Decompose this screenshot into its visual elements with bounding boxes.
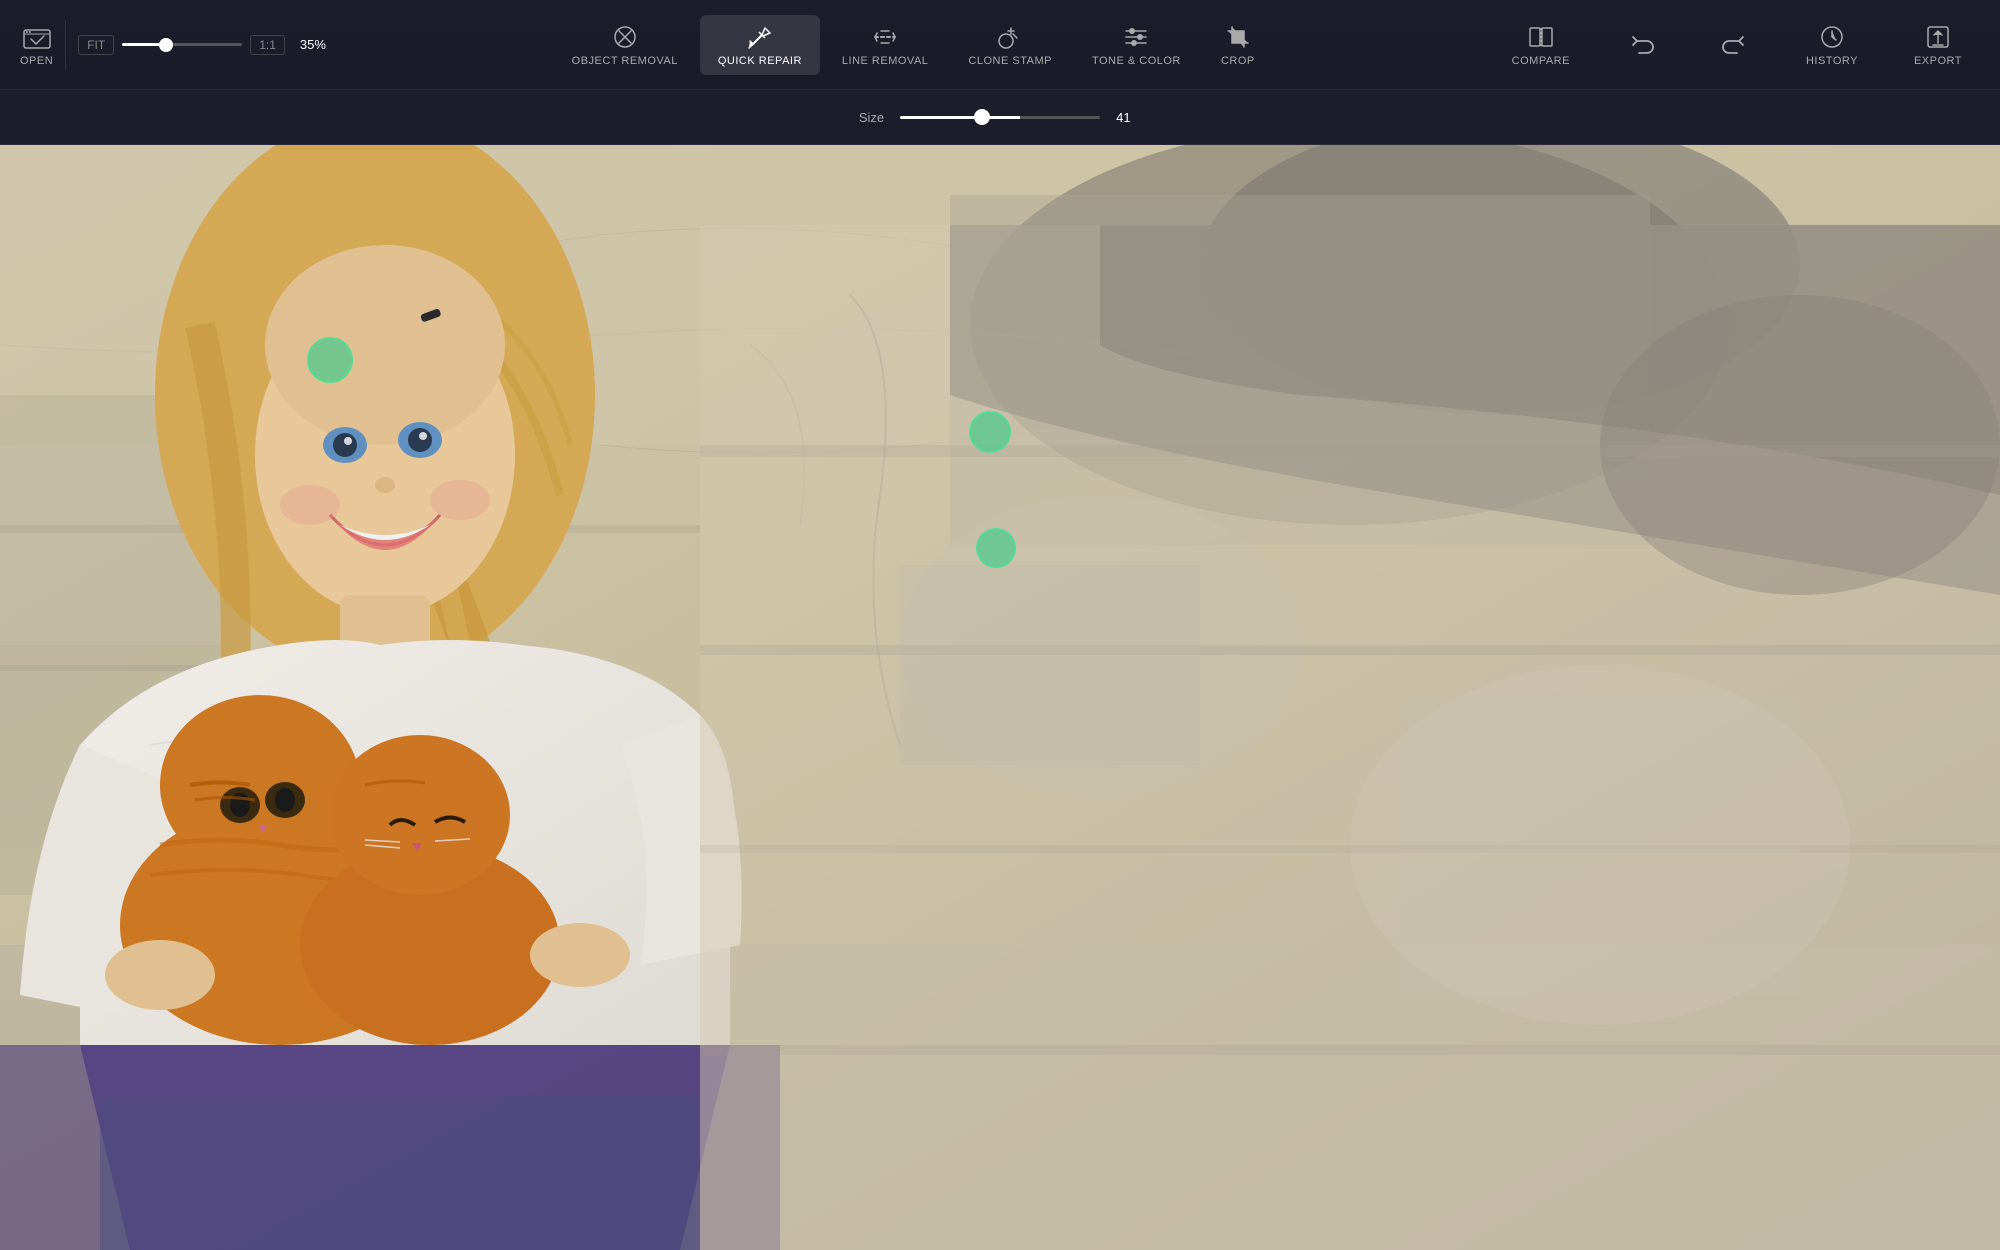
export-label: EXPORT	[1914, 55, 1962, 67]
toolbar-left: OPEN FIT 1:1 35%	[20, 20, 333, 70]
tone-color-label: TONE & COLOR	[1092, 55, 1181, 67]
separator-1	[65, 20, 66, 70]
toolbar-center: OBJECT REMOVAL QUICK REPAIR	[333, 15, 1494, 75]
tool-crop[interactable]: CROP	[1203, 15, 1273, 75]
zoom-value: 35%	[293, 37, 333, 52]
tool-quick-repair[interactable]: QUICK REPAIR	[700, 15, 820, 75]
redo-icon	[1719, 31, 1747, 59]
toolbar-right: COMPARE	[1494, 15, 1980, 75]
history-label: HISTORY	[1806, 55, 1858, 67]
line-removal-icon	[871, 23, 899, 51]
clone-stamp-label: CLONE STAMP	[968, 55, 1052, 67]
main-toolbar: OPEN FIT 1:1 35% OBJECT REMOVAL	[0, 0, 2000, 90]
size-slider[interactable]	[900, 116, 1100, 119]
object-removal-icon	[611, 23, 639, 51]
compare-button[interactable]: COMPARE	[1494, 15, 1588, 75]
compare-label: COMPARE	[1512, 55, 1570, 67]
crop-label: CROP	[1221, 55, 1255, 67]
canvas-area[interactable]	[0, 145, 2000, 1250]
history-button[interactable]: HISTORY	[1788, 15, 1876, 75]
undo-button[interactable]	[1608, 23, 1678, 67]
zoom-slider-wrap	[122, 43, 242, 46]
zoom-1to1-label[interactable]: 1:1	[250, 35, 285, 55]
crop-icon	[1224, 23, 1252, 51]
object-removal-label: OBJECT REMOVAL	[572, 55, 678, 67]
tool-tone-color[interactable]: TONE & COLOR	[1074, 15, 1199, 75]
size-value: 41	[1116, 110, 1141, 125]
tool-object-removal[interactable]: OBJECT REMOVAL	[554, 15, 696, 75]
open-icon	[23, 23, 51, 51]
open-button[interactable]: OPEN	[20, 23, 53, 67]
compare-icon	[1527, 23, 1555, 51]
size-label: Size	[859, 110, 884, 125]
open-label: OPEN	[20, 55, 53, 67]
size-toolbar: Size 41	[0, 90, 2000, 145]
undo-icon	[1629, 31, 1657, 59]
tool-clone-stamp[interactable]: CLONE STAMP	[950, 15, 1070, 75]
tone-color-icon	[1122, 23, 1150, 51]
zoom-fit-label[interactable]: FIT	[78, 35, 114, 55]
line-removal-label: LINE REMOVAL	[842, 55, 929, 67]
history-icon	[1818, 23, 1846, 51]
redo-button[interactable]	[1698, 23, 1768, 67]
tool-line-removal[interactable]: LINE REMOVAL	[824, 15, 947, 75]
photo-canvas[interactable]	[0, 145, 2000, 1250]
quick-repair-icon	[746, 23, 774, 51]
export-button[interactable]: EXPORT	[1896, 15, 1980, 75]
clone-stamp-icon	[996, 23, 1024, 51]
zoom-controls: FIT 1:1	[78, 35, 285, 55]
export-icon	[1924, 23, 1952, 51]
zoom-slider[interactable]	[122, 43, 242, 46]
quick-repair-label: QUICK REPAIR	[718, 55, 802, 67]
